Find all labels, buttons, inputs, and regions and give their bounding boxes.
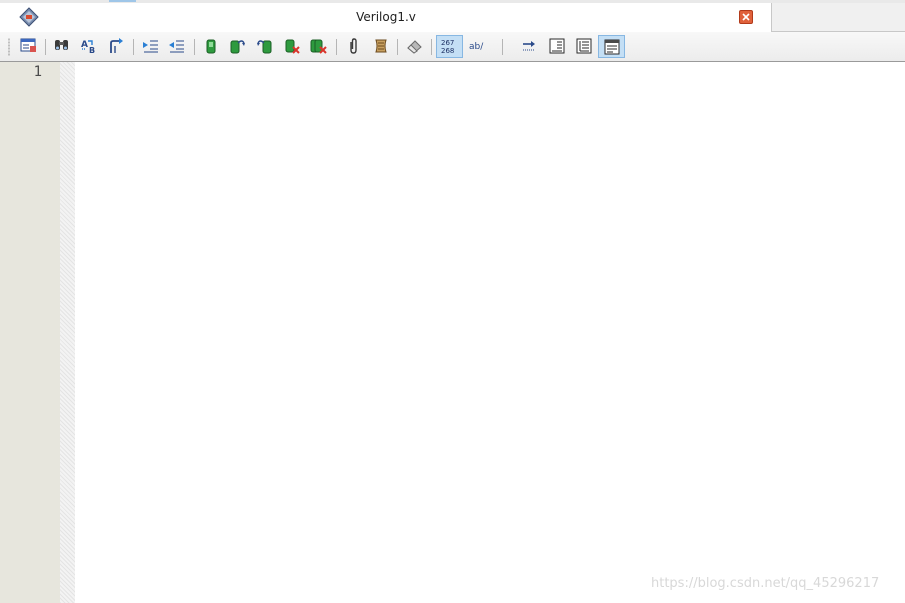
toolbar-separator — [194, 39, 195, 55]
toolbar-separator — [502, 39, 503, 55]
previous-bookmark-icon — [257, 40, 272, 54]
previous-bookmark-button[interactable] — [253, 35, 277, 58]
goto-button[interactable] — [104, 35, 128, 58]
block-view-button[interactable] — [572, 35, 596, 58]
document-tab-bar: Verilog1.v — [0, 3, 905, 32]
fold-margin[interactable] — [60, 62, 75, 603]
eraser-icon — [407, 40, 422, 54]
clear-all-bookmarks-icon — [310, 39, 327, 54]
eraser-button[interactable] — [403, 35, 427, 58]
template-insert-icon — [20, 38, 36, 52]
comment-button[interactable] — [369, 35, 393, 58]
toggle-bookmark-button[interactable] — [199, 35, 223, 58]
comment-icon — [375, 39, 387, 53]
toolbar-separator — [45, 39, 46, 55]
toggle-bookmark-icon — [206, 39, 216, 54]
toolbar-grip[interactable] — [8, 38, 10, 56]
clear-all-bookmarks-button[interactable] — [307, 35, 331, 58]
line-numbers-button[interactable]: 267 268 — [436, 35, 463, 58]
replace-button[interactable]: A B — [77, 35, 101, 58]
line-numbers-icon: 267 268 — [441, 39, 454, 55]
replace-icon: A B — [81, 40, 95, 54]
find-icon — [55, 40, 68, 50]
svg-text:267: 267 — [441, 39, 454, 47]
spell-check-button[interactable]: ab/ — [464, 35, 490, 58]
document-tab[interactable]: Verilog1.v — [0, 3, 772, 32]
document-title: Verilog1.v — [356, 10, 416, 24]
close-icon — [742, 13, 750, 21]
show-whitespace-button[interactable] — [545, 35, 569, 58]
code-editor-area[interactable] — [75, 62, 905, 603]
clear-bookmark-button[interactable] — [280, 35, 304, 58]
paperclip-icon — [350, 38, 357, 54]
unindent-icon — [169, 40, 184, 53]
block-view-icon — [576, 38, 592, 54]
top-strip-accent — [109, 0, 136, 2]
toolbar-separator — [397, 39, 398, 55]
watermark-text: https://blog.csdn.net/qq_45296217 — [651, 576, 880, 591]
indent-icon — [143, 40, 158, 53]
next-bookmark-icon — [230, 40, 245, 54]
show-whitespace-icon — [549, 38, 565, 54]
indent-button[interactable] — [139, 35, 163, 58]
word-wrap-icon — [523, 41, 535, 51]
find-button[interactable] — [50, 35, 74, 58]
toolbar-separator — [431, 39, 432, 55]
unindent-button[interactable] — [165, 35, 189, 58]
next-bookmark-button[interactable] — [225, 35, 249, 58]
template-insert-button[interactable] — [17, 35, 41, 58]
goto-icon — [110, 38, 123, 53]
toolbar-separator — [336, 39, 337, 55]
close-document-button[interactable] — [739, 10, 753, 24]
svg-text:ab/: ab/ — [469, 42, 484, 52]
line-number: 1 — [33, 64, 42, 80]
clear-bookmark-icon — [285, 39, 300, 54]
line-number-gutter[interactable]: 1 — [0, 62, 60, 603]
split-view-button[interactable] — [598, 35, 625, 58]
svg-text:B: B — [89, 46, 95, 54]
editor-window: Verilog1.v A B 267 268 ab/ 1 https://blo… — [0, 0, 905, 603]
split-view-icon — [604, 39, 620, 55]
toolbar-separator — [133, 39, 134, 55]
spell-check-icon: ab/ — [469, 42, 484, 52]
paperclip-button[interactable] — [341, 35, 365, 58]
svg-text:268: 268 — [441, 47, 454, 55]
editor-toolbar: A B 267 268 ab/ — [0, 32, 905, 62]
word-wrap-button[interactable] — [517, 35, 541, 58]
